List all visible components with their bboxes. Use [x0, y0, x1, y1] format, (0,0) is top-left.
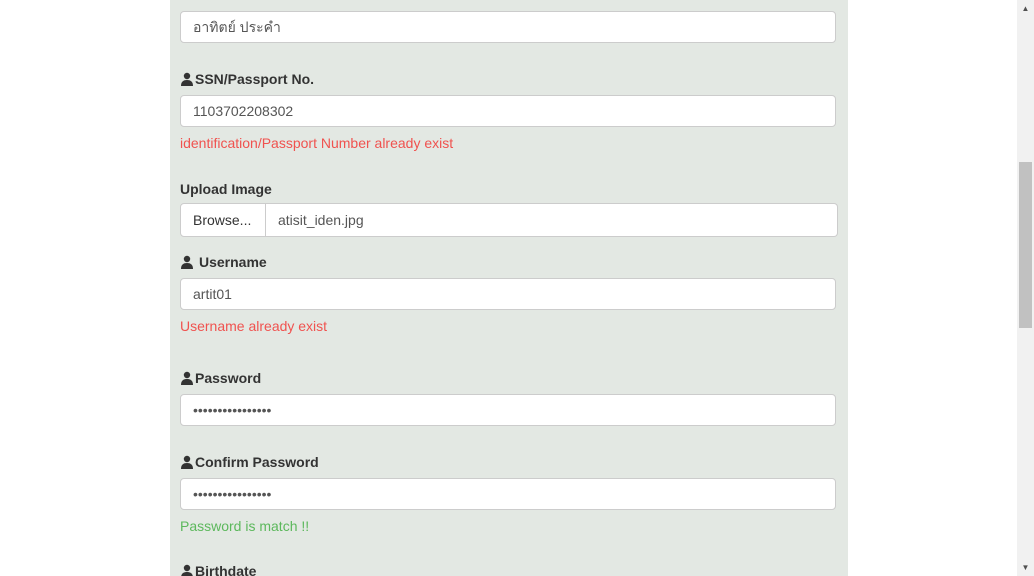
page: อาทิตย์ ประคำ SSN/Passport No. 110370220… [0, 0, 1034, 576]
ssn-label-text: SSN/Passport No. [195, 71, 315, 87]
password-match-message: Password is match !! [180, 518, 310, 534]
vertical-scrollbar[interactable]: ▲ ▼ [1017, 0, 1034, 576]
arrow-up-icon[interactable]: ▲ [1017, 0, 1034, 17]
user-icon [180, 371, 194, 385]
username-error-message: Username already exist [180, 318, 328, 334]
file-upload-group: Browse... atisit_iden.jpg [180, 203, 838, 237]
browse-button[interactable]: Browse... [180, 203, 266, 237]
user-icon [180, 255, 194, 269]
upload-image-label: Upload Image [180, 180, 272, 198]
password-label-text: Password [195, 370, 262, 386]
password-input[interactable]: •••••••••••••••• [180, 394, 836, 426]
ssn-input[interactable]: 1103702208302 [180, 95, 836, 127]
confirm-password-label-text: Confirm Password [195, 454, 319, 470]
ssn-label: SSN/Passport No. [180, 70, 314, 88]
username-label: Username [180, 253, 267, 271]
arrow-down-icon[interactable]: ▼ [1017, 559, 1034, 576]
birthdate-label: Birthdate [180, 562, 256, 576]
upload-image-label-text: Upload Image [180, 181, 272, 197]
user-icon [180, 455, 194, 469]
confirm-password-label: Confirm Password [180, 453, 319, 471]
username-label-text: Username [199, 254, 267, 270]
name-input[interactable]: อาทิตย์ ประคำ [180, 11, 836, 43]
birthdate-label-text: Birthdate [195, 563, 257, 576]
user-icon [180, 72, 194, 86]
user-icon [180, 564, 194, 576]
file-name-display[interactable]: atisit_iden.jpg [266, 203, 838, 237]
confirm-password-input[interactable]: •••••••••••••••• [180, 478, 836, 510]
username-input[interactable]: artit01 [180, 278, 836, 310]
password-label: Password [180, 369, 261, 387]
scrollbar-thumb[interactable] [1019, 162, 1032, 328]
ssn-error-message: identification/Passport Number already e… [180, 135, 454, 151]
